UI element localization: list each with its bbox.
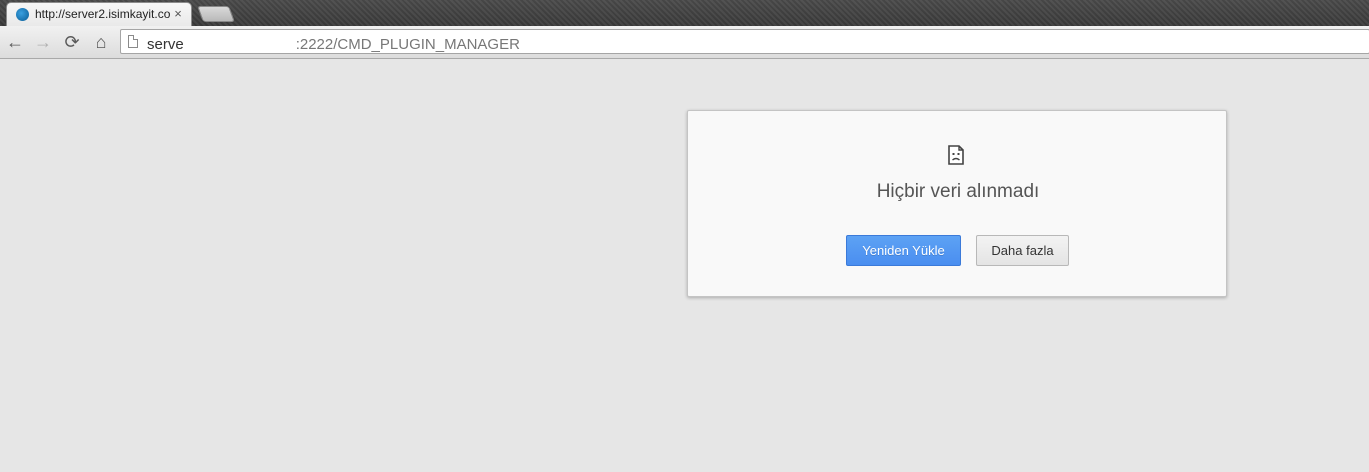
- reload-icon[interactable]: ⟳: [61, 31, 83, 53]
- forward-arrow-icon[interactable]: →: [32, 31, 54, 53]
- new-tab-button[interactable]: [197, 6, 235, 22]
- error-card: Hiçbir veri alınmadı Yeniden Yükle Daha …: [687, 110, 1227, 297]
- browser-tab-active[interactable]: http://server2.isimkayit.co ×: [6, 2, 192, 26]
- back-arrow-icon[interactable]: ←: [4, 31, 26, 53]
- site-favicon-icon: [16, 8, 29, 21]
- browser-toolbar: ← → ⟳ ⌂ serve :2222/CMD_PLUGIN_MANAGER: [0, 26, 1369, 59]
- url-path: :2222/CMD_PLUGIN_MANAGER: [295, 36, 520, 53]
- sad-page-icon: [948, 145, 964, 165]
- tab-close-icon[interactable]: ×: [171, 6, 185, 22]
- address-url: serve :2222/CMD_PLUGIN_MANAGER: [147, 34, 520, 53]
- reload-button[interactable]: Yeniden Yükle: [846, 235, 961, 266]
- address-bar[interactable]: serve :2222/CMD_PLUGIN_MANAGER: [120, 29, 1369, 54]
- tab-title: http://server2.isimkayit.co: [35, 7, 171, 21]
- tab-strip: http://server2.isimkayit.co ×: [0, 0, 1369, 26]
- page-icon: [128, 35, 138, 48]
- home-icon[interactable]: ⌂: [90, 31, 112, 53]
- error-message: Hiçbir veri alınmadı: [876, 181, 1040, 202]
- more-details-button[interactable]: Daha fazla: [976, 235, 1069, 266]
- url-host: serve: [147, 36, 184, 53]
- redacted-region: [183, 34, 296, 49]
